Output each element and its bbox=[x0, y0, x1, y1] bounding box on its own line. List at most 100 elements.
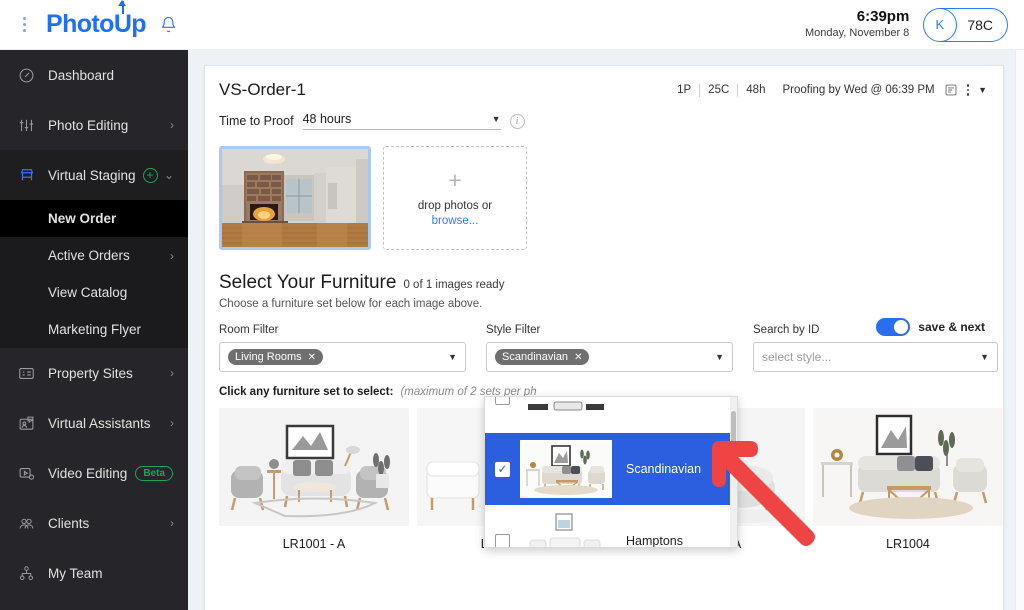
page-title: VS-Order-1 bbox=[219, 80, 306, 99]
logo-text-part2: p bbox=[131, 10, 146, 38]
sidebar-item-storage[interactable]: Storage bbox=[0, 598, 188, 610]
sidebar-subitem-label: Marketing Flyer bbox=[48, 322, 142, 337]
sidebar-item-new-order[interactable]: New Order bbox=[0, 200, 188, 237]
chevron-right-icon: › bbox=[170, 516, 174, 530]
sidebar-item-label: Property Sites bbox=[48, 365, 133, 381]
images-ready-count: 0 of 1 images ready bbox=[403, 279, 505, 291]
style-option-thumbnail bbox=[520, 397, 612, 426]
user-weather-pill[interactable]: K 78C bbox=[923, 7, 1008, 42]
sidebar-item-photo-editing[interactable]: Photo Editing › bbox=[0, 100, 188, 150]
stat-credits: 25C bbox=[700, 83, 739, 97]
sidebar-item-marketing-flyer[interactable]: Marketing Flyer bbox=[0, 311, 188, 348]
remove-tag-icon[interactable]: ✕ bbox=[574, 352, 582, 363]
notification-bell-icon[interactable] bbox=[160, 16, 177, 33]
note-icon[interactable] bbox=[944, 83, 958, 97]
sidebar-item-view-catalog[interactable]: View Catalog bbox=[0, 274, 188, 311]
furniture-set-label: LR1001 - A bbox=[282, 537, 346, 551]
furniture-set-label: LR1004 bbox=[886, 537, 930, 551]
style-option-checkbox[interactable]: ✓ bbox=[495, 461, 510, 477]
main-scrollbar[interactable] bbox=[1015, 50, 1024, 610]
virtual-staging-submenu: New Order Active Orders › View Catalog M… bbox=[0, 200, 188, 348]
logo-text-u: U bbox=[113, 0, 132, 38]
style-option-partial[interactable] bbox=[485, 397, 737, 433]
logo-text-part1: Photo bbox=[46, 10, 114, 38]
photoup-logo[interactable]: Photo Up bbox=[46, 0, 147, 39]
kebab-menu-icon[interactable] bbox=[10, 17, 38, 32]
room-filter-label: Room Filter bbox=[219, 324, 279, 336]
style-option-checkbox[interactable] bbox=[495, 533, 510, 547]
remove-tag-icon[interactable]: ✕ bbox=[308, 352, 316, 363]
dropdown-scrollbar[interactable] bbox=[730, 397, 737, 547]
time-to-proof-select[interactable]: 48 hours ▼ bbox=[302, 112, 501, 130]
save-next-toggle-row: save & next bbox=[876, 318, 985, 336]
time-to-proof-value: 48 hours bbox=[302, 112, 352, 126]
add-staging-icon[interactable]: + bbox=[142, 167, 158, 183]
chevron-down-icon: ▼ bbox=[448, 352, 457, 362]
order-header-meta: 1P 25C 48h Proofing by Wed @ 06:39 PM ▼ bbox=[677, 83, 987, 97]
current-date: Monday, November 8 bbox=[804, 27, 910, 39]
sidebar-item-virtual-assistants[interactable]: Virtual Assistants › bbox=[0, 398, 188, 448]
sidebar-item-label: Video Editing bbox=[48, 465, 128, 481]
time-to-proof-label: Time to Proof bbox=[219, 114, 294, 128]
style-filter: Style Filter Scandinavian ✕ ▼ bbox=[486, 324, 733, 372]
room-filter-select[interactable]: Living Rooms ✕ ▼ bbox=[219, 342, 466, 372]
avatar[interactable]: K bbox=[924, 8, 957, 41]
sidebar-item-property-sites[interactable]: Property Sites › bbox=[0, 348, 188, 398]
search-by-id-select[interactable]: select style... ▼ bbox=[753, 342, 998, 372]
clients-icon bbox=[18, 515, 48, 532]
sidebar-item-video-editing[interactable]: Video Editing Beta bbox=[0, 448, 188, 498]
style-filter-select[interactable]: Scandinavian ✕ ▼ bbox=[486, 342, 733, 372]
clock: 6:39pm Monday, November 8 bbox=[805, 8, 909, 41]
browse-link[interactable]: browse... bbox=[432, 215, 479, 227]
sidebar-subitem-label: View Catalog bbox=[48, 285, 128, 300]
chevron-right-icon: › bbox=[170, 416, 174, 430]
assistant-icon bbox=[18, 415, 48, 432]
video-icon bbox=[18, 465, 48, 482]
style-option-thumbnail bbox=[520, 512, 612, 547]
sidebar-item-active-orders[interactable]: Active Orders › bbox=[0, 237, 188, 274]
vertical-dots-icon[interactable] bbox=[966, 84, 970, 96]
search-by-id-placeholder: select style... bbox=[762, 350, 832, 364]
click-hint-row: Click any furniture set to select: (maxi… bbox=[205, 372, 1003, 398]
click-hint-bold: Click any furniture set to select: bbox=[219, 386, 394, 398]
plus-icon: + bbox=[448, 167, 462, 193]
photo-row: + drop photos or browse... bbox=[205, 130, 1003, 250]
style-filter-dropdown[interactable]: ✓ Scandinavian Hamptons bbox=[484, 396, 738, 548]
staging-icon bbox=[18, 166, 48, 184]
style-option-label: Scandinavian bbox=[626, 462, 702, 476]
style-option-checkbox[interactable] bbox=[495, 397, 510, 405]
room-filter: Room Filter Living Rooms ✕ ▼ bbox=[219, 324, 466, 372]
photo-dropzone[interactable]: + drop photos or browse... bbox=[383, 146, 527, 250]
sidebar-item-label: Clients bbox=[48, 515, 90, 531]
time-to-proof-row: Time to Proof 48 hours ▼ i bbox=[205, 100, 1003, 130]
furniture-set-image[interactable] bbox=[813, 408, 1003, 526]
furniture-set-card[interactable]: LR1001 - A bbox=[219, 408, 409, 551]
stat-hours: 48h bbox=[746, 83, 766, 96]
style-option-thumbnail bbox=[520, 440, 612, 498]
team-icon bbox=[18, 565, 48, 582]
save-next-toggle[interactable] bbox=[876, 318, 911, 336]
sidebar: Dashboard Photo Editing › Virtual Stagin… bbox=[0, 50, 188, 610]
room-filter-tag-label: Living Rooms bbox=[235, 351, 302, 363]
chevron-down-icon: ▼ bbox=[491, 114, 501, 124]
sidebar-item-clients[interactable]: Clients › bbox=[0, 498, 188, 548]
chevron-down-icon: ⌄ bbox=[163, 168, 174, 182]
current-time: 6:39pm bbox=[856, 8, 910, 26]
style-option-scandinavian[interactable]: ✓ Scandinavian bbox=[485, 433, 737, 505]
style-option-hamptons[interactable]: Hamptons bbox=[485, 505, 737, 547]
style-filter-tag-label: Scandinavian bbox=[502, 351, 569, 363]
sidebar-item-dashboard[interactable]: Dashboard bbox=[0, 50, 188, 100]
chevron-right-icon: › bbox=[170, 248, 174, 263]
info-icon[interactable]: i bbox=[509, 113, 525, 129]
sidebar-item-label: Dashboard bbox=[48, 67, 115, 83]
chevron-down-icon[interactable]: ▼ bbox=[978, 85, 987, 95]
sidebar-item-my-team[interactable]: My Team bbox=[0, 548, 188, 598]
furniture-set-card[interactable]: LR1004 bbox=[813, 408, 1003, 551]
sidebar-item-label: Photo Editing bbox=[48, 117, 129, 133]
dropzone-text: drop photos or bbox=[417, 200, 493, 212]
furniture-set-image[interactable] bbox=[219, 408, 409, 526]
sidebar-item-virtual-staging[interactable]: Virtual Staging + ⌄ bbox=[0, 150, 188, 200]
uploaded-photo-thumbnail[interactable] bbox=[219, 146, 371, 250]
stat-photos: 1P bbox=[677, 83, 701, 97]
style-filter-tag: Scandinavian ✕ bbox=[495, 349, 590, 365]
